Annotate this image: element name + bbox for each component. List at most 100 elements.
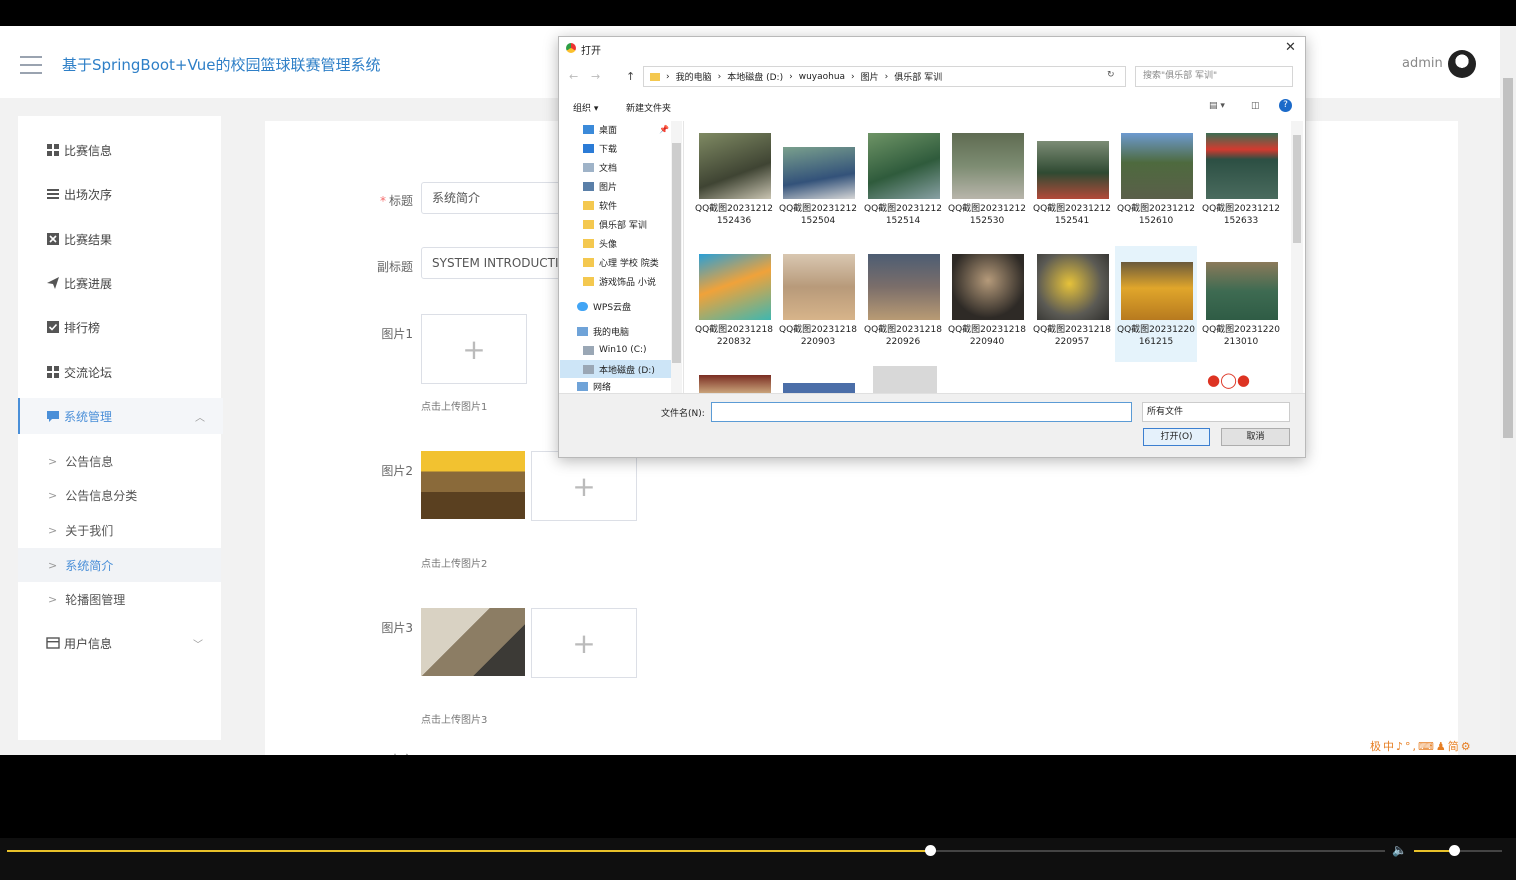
close-icon[interactable]: ✕ <box>1285 40 1296 55</box>
filename-input[interactable] <box>711 402 1132 422</box>
chrome-icon <box>566 43 576 53</box>
thumbnail <box>699 254 771 320</box>
thumbnail <box>952 133 1024 199</box>
view-options-icon[interactable]: ▤ ▾ <box>1209 101 1225 111</box>
sidebar-item-result[interactable]: 比赛结果 <box>18 221 221 257</box>
title-label: * 标题 <box>379 194 413 208</box>
computer-icon <box>577 326 588 336</box>
cloud-icon <box>577 301 588 311</box>
sidebar-sub-carousel[interactable]: > 轮播图管理 <box>18 582 221 616</box>
path-segment[interactable]: 图片 <box>861 70 879 83</box>
tree-scrollbar-thumb[interactable] <box>672 143 681 363</box>
volume-knob[interactable] <box>1448 845 1460 856</box>
pic2-hint: 点击上传图片2 <box>421 559 488 570</box>
back-arrow-icon[interactable]: ← <box>569 70 578 83</box>
new-folder-button[interactable]: 新建文件夹 <box>626 101 671 114</box>
sidebar-sub-intro[interactable]: > 系统简介 <box>18 548 221 582</box>
thumbnail <box>1037 141 1109 199</box>
file-name: QQ截图20231218220832 <box>695 325 773 347</box>
file-item[interactable]: QQ截图20231212152610 <box>1115 125 1197 241</box>
pic2-upload-button[interactable]: + <box>531 451 637 521</box>
address-bar[interactable]: › 我的电脑 › 本地磁盘 (D:) › wuyaohua › 图片 › 俱乐部… <box>643 66 1126 87</box>
tree-label: 心理 学校 院类 <box>599 258 659 269</box>
chevron-down-icon: ﹀ <box>193 639 203 651</box>
file-item[interactable]: QQ截图20231218220832 <box>693 246 775 362</box>
file-item[interactable]: QQ截图20231218220940 <box>946 246 1028 362</box>
plus-icon: + <box>462 332 486 366</box>
sidebar-item-ranking[interactable]: 排行榜 <box>18 309 221 345</box>
up-arrow-icon[interactable]: ↑ <box>626 70 635 83</box>
username[interactable]: admin <box>1402 56 1443 71</box>
pic3-image[interactable] <box>421 608 525 676</box>
page-scrollbar-thumb[interactable] <box>1503 78 1513 438</box>
tree-item-drive-d[interactable]: 本地磁盘 (D:) <box>560 360 671 378</box>
sidebar-sub-notice[interactable]: > 公告信息 <box>18 444 221 478</box>
preview-pane-icon[interactable]: ◫ <box>1251 101 1260 111</box>
thumbnail <box>1037 254 1109 320</box>
tree-label: 图片 <box>599 182 618 193</box>
sidebar-item-order[interactable]: 出场次序 <box>18 176 221 212</box>
file-item[interactable]: QQ截图20231212152514 <box>862 125 944 241</box>
path-segment[interactable]: 本地磁盘 (D:) <box>727 70 783 83</box>
open-button[interactable]: 打开(O) <box>1143 428 1210 446</box>
grid-icon <box>46 365 60 379</box>
refresh-icon[interactable]: ↻ <box>1107 70 1115 80</box>
thumbnail <box>1121 262 1193 320</box>
open-file-dialog: 打开 ✕ ← → ↑ › 我的电脑 › 本地磁盘 (D:) › wuyaohua… <box>558 36 1306 458</box>
forward-arrow-icon[interactable]: → <box>591 70 600 83</box>
file-item[interactable]: QQ截图20231218220926 <box>862 246 944 362</box>
sidebar-item-users[interactable]: 用户信息 ﹀ <box>18 625 221 661</box>
path-segment[interactable]: wuyaohua <box>799 72 845 82</box>
search-input[interactable]: 搜索"俱乐部 军训" <box>1135 66 1293 87</box>
file-name: QQ截图20231220161215 <box>1117 325 1195 347</box>
file-item[interactable]: QQ截图20231212152504 <box>777 125 859 241</box>
plus-icon: + <box>572 469 596 503</box>
path-segment[interactable]: 俱乐部 军训 <box>894 70 942 83</box>
file-item[interactable]: QQ截图20231218220903 <box>777 246 859 362</box>
volume-icon[interactable]: 🔈 <box>1392 843 1407 857</box>
pic3-upload-button[interactable]: + <box>531 608 637 678</box>
avatar[interactable] <box>1448 50 1476 78</box>
sidebar-sub-label: 关于我们 <box>65 523 114 538</box>
sidebar-sub-notice-category[interactable]: > 公告信息分类 <box>18 478 221 512</box>
sidebar-item-label: 比赛信息 <box>64 143 113 158</box>
thumbnail <box>1206 133 1278 199</box>
tree-label: 文档 <box>599 163 618 174</box>
progress-fill <box>7 850 931 852</box>
ime-toolbar[interactable]: 极中♪°,⌨♟简⚙ <box>1370 738 1473 754</box>
sidebar-sub-about[interactable]: > 关于我们 <box>18 513 221 547</box>
file-item[interactable]: QQ截图20231212152633 <box>1200 125 1282 241</box>
sidebar-item-match-info[interactable]: 比赛信息 <box>18 132 221 168</box>
pic2-image[interactable] <box>421 451 525 519</box>
sidebar: 比赛信息 出场次序 比赛结果 比赛进展 排行榜 交流论坛 系统管理 ︿ > 公告信… <box>18 116 223 740</box>
path-separator: › <box>884 71 889 82</box>
sidebar-sub-label: 公告信息 <box>65 454 114 469</box>
menu-toggle-icon[interactable] <box>20 56 42 74</box>
file-grid-scrollbar-thumb[interactable] <box>1293 135 1301 243</box>
chevron-right-icon: > <box>48 488 58 502</box>
pic1-label: 图片1 <box>381 327 413 341</box>
sidebar-item-label: 比赛进展 <box>64 276 113 291</box>
help-icon[interactable]: ? <box>1279 99 1292 112</box>
sidebar-item-system[interactable]: 系统管理 ︿ <box>18 398 223 434</box>
file-item[interactable]: QQ截图20231212152530 <box>946 125 1028 241</box>
file-item[interactable]: QQ截图20231212152541 <box>1031 125 1113 241</box>
organize-menu[interactable]: 组织 ▾ <box>573 101 598 114</box>
thumbnail <box>868 133 940 199</box>
chevron-up-icon: ︿ <box>195 412 205 424</box>
cancel-button[interactable]: 取消 <box>1221 428 1290 446</box>
file-item[interactable]: QQ截图20231220161215 <box>1115 246 1197 362</box>
file-item[interactable]: QQ截图20231218220957 <box>1031 246 1113 362</box>
path-segment[interactable]: 我的电脑 <box>676 70 712 83</box>
folder-icon <box>650 72 660 81</box>
file-item[interactable]: QQ截图20231212152436 <box>693 125 775 241</box>
filetype-select[interactable]: 所有文件 <box>1142 402 1290 422</box>
tree-label: 桌面 <box>599 125 618 136</box>
sidebar-item-label: 系统管理 <box>64 409 113 424</box>
file-item[interactable]: QQ截图20231220213010 <box>1200 246 1282 362</box>
sidebar-item-progress[interactable]: 比赛进展 <box>18 265 221 301</box>
volume-fill <box>1414 850 1454 852</box>
pic1-upload-button[interactable]: + <box>421 314 527 384</box>
file-name: QQ截图20231218220957 <box>1033 325 1111 347</box>
sidebar-item-forum[interactable]: 交流论坛 <box>18 354 221 390</box>
